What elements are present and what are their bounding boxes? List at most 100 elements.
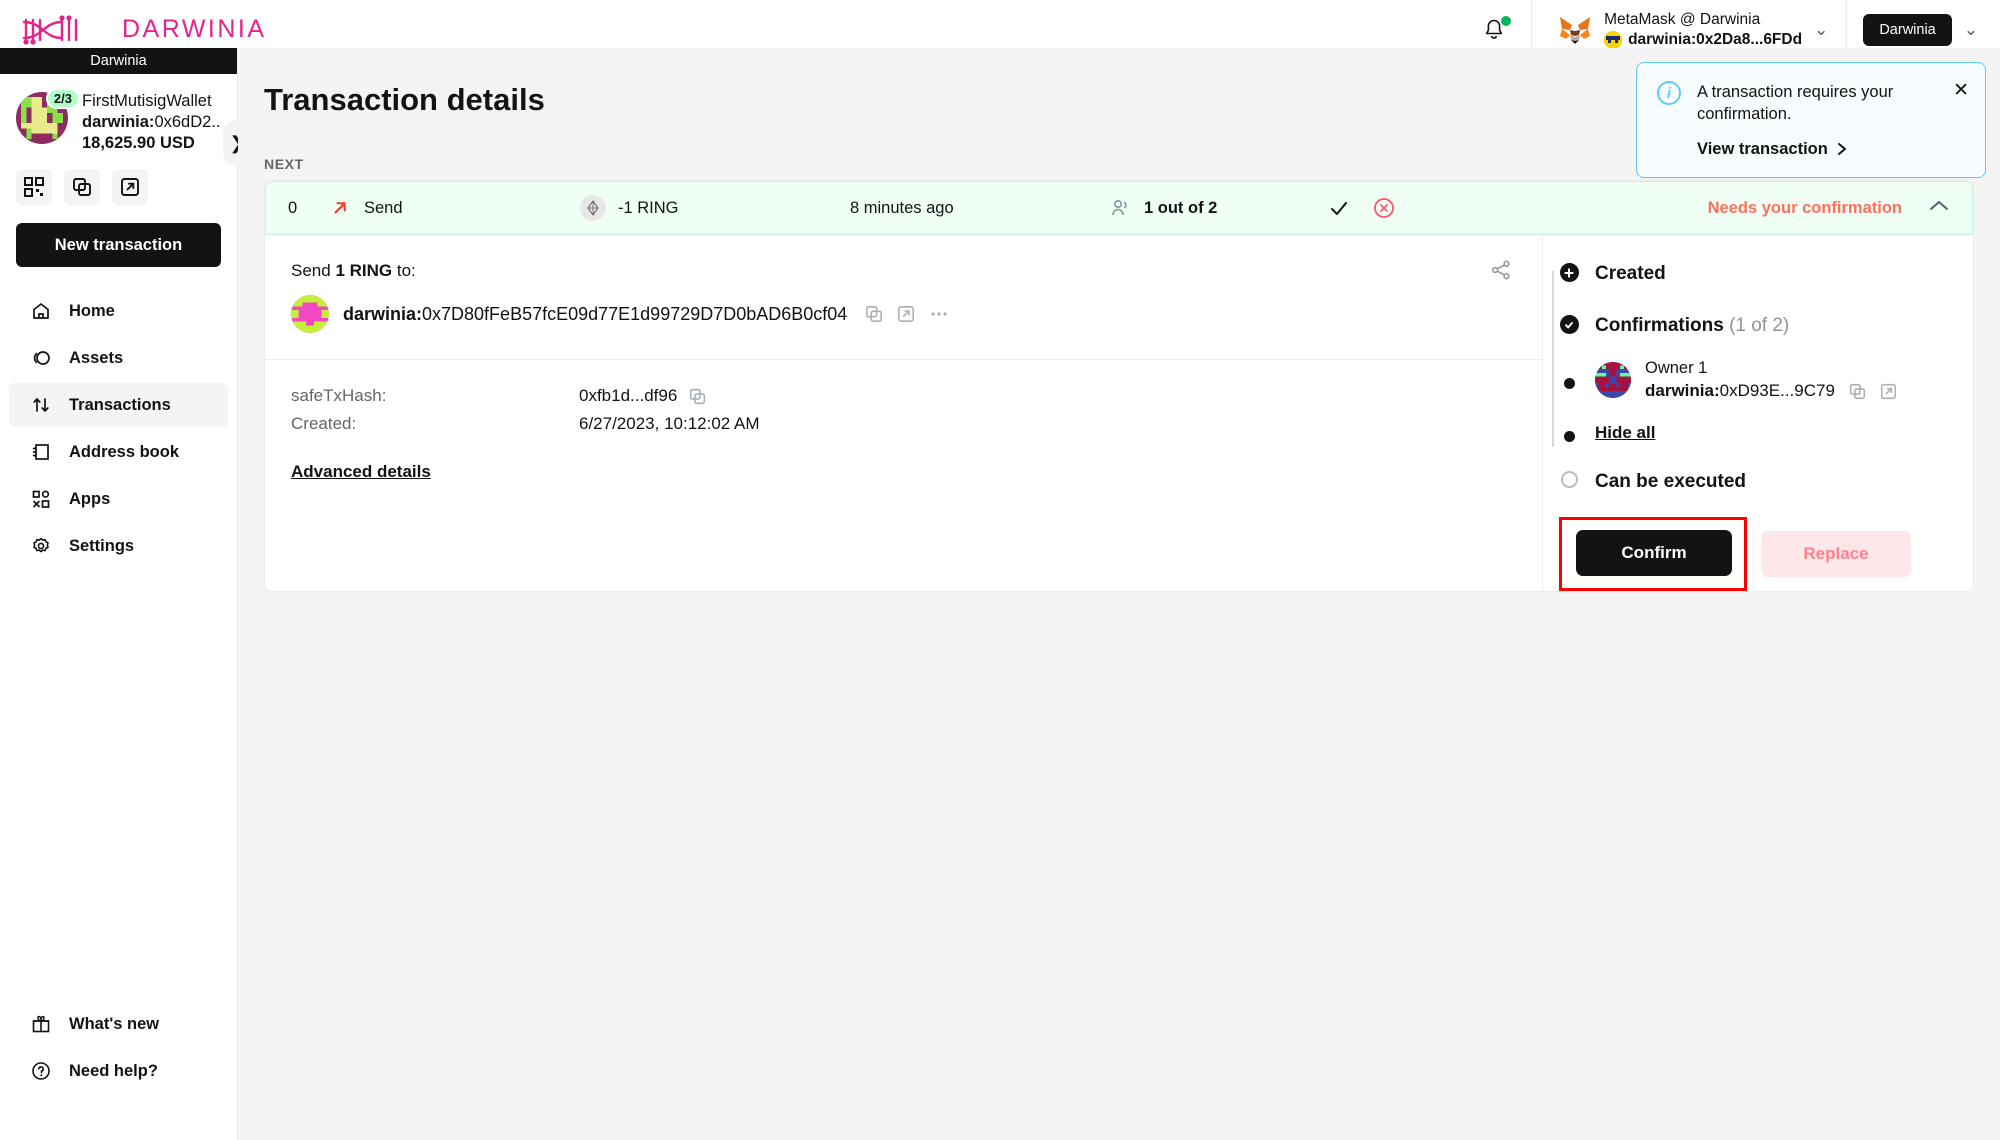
brand-name: DARWINIA [122,15,267,43]
owner-name: Owner 1 [1645,359,1708,377]
sidebar-item-settings[interactable]: Settings [9,524,228,568]
send-suffix: to: [392,261,416,280]
sidebar-item-label: Settings [69,536,135,555]
recipient-row: darwinia:0x7D80fFeB57fcE09d77E1d99729D7D… [291,295,1514,333]
sidebar-item-label: Home [69,301,115,320]
open-explorer-button[interactable] [112,169,148,205]
sidebar-item-apps[interactable]: Apps [9,477,228,521]
qr-code-icon [24,177,44,197]
copy-icon[interactable] [865,305,883,323]
sidebar-item-assets[interactable]: Assets [9,336,228,380]
transaction-body: Send 1 RING to: darwinia:0x7D80fFeB57fcE… [265,235,1973,591]
hide-all-toggle[interactable]: Hide all [1595,423,1655,443]
external-link-icon [121,178,139,196]
sidebar-item-label: Apps [69,489,111,508]
copy-icon[interactable] [1849,383,1866,400]
safe-address-value: 0x6dD2...db5 [154,113,221,131]
sidebar-item-label: Need help? [69,1061,158,1080]
advanced-details-toggle[interactable]: Advanced details [291,462,431,482]
owner-info: Owner 1 darwinia:0xD93E...9C79 [1645,359,1897,401]
transaction-nonce: 0 [288,198,298,217]
sidebar-item-label: Transactions [69,395,171,414]
timeline-dot-col [1559,471,1579,488]
more-icon[interactable] [929,305,949,323]
view-transaction-link[interactable]: View transaction [1697,140,1942,159]
brand-logo-group[interactable]: DARWINIA [0,14,267,46]
transaction-type-label: Send [364,198,403,217]
owner-address-row: darwinia:0xD93E...9C79 [1645,381,1897,401]
send-amount: 1 RING [335,261,393,280]
help-icon [31,1061,51,1081]
circle-x-icon[interactable] [1372,196,1396,220]
transaction-action-buttons: Confirm Replace [1559,517,1973,591]
transaction-timeline: Created Confirmations (1 of 2) Owner 1 d… [1543,235,1973,591]
copy-icon [73,178,91,196]
sidebar: Darwinia 2/3 FirstMutisigWallet darwinia… [0,48,251,1140]
collapse-chevron-icon[interactable] [1928,199,1950,218]
timeline-dot [1563,431,1575,442]
safe-info: FirstMutisigWallet darwinia:0x6dD2...db5… [82,92,221,153]
notification-dot [1501,15,1512,26]
sidebar-item-need-help[interactable]: Need help? [9,1049,229,1093]
safe-row: 2/3 FirstMutisigWallet darwinia:0x6dD2..… [16,88,221,153]
wallet-provider: MetaMask @ Darwinia [1604,10,1761,28]
sidebar-item-home[interactable]: Home [9,289,228,333]
sidebar-item-transactions[interactable]: Transactions [9,383,228,427]
recipient-identicon [291,295,329,333]
replace-button[interactable]: Replace [1761,531,1911,577]
apps-icon [31,489,51,509]
transaction-amount: -1 RING [580,195,850,221]
notifications-button[interactable] [1457,15,1531,42]
network-selector[interactable]: Darwinia ⌄ [1847,13,2000,46]
settings-icon [31,536,51,556]
metamask-fox-icon [1560,16,1591,44]
network-pill[interactable]: Darwinia [1863,13,1952,46]
send-summary: Send 1 RING to: darwinia:0x7D80fFeB57fcE… [265,235,1542,360]
timeline-connector [1552,271,1554,447]
transaction-left-pane: Send 1 RING to: darwinia:0x7D80fFeB57fcE… [265,235,1543,591]
transaction-confirmations-label: 1 out of 2 [1144,198,1218,217]
timeline-created-label: Created [1595,263,1666,284]
safe-identicon-wrap: 2/3 [16,88,80,144]
external-link-icon[interactable] [1880,383,1897,400]
address-book-icon [31,442,51,462]
safe-threshold-badge: 2/3 [45,88,80,109]
wallet-info: MetaMask @ Darwinia darwinia:0x2Da8...6F… [1604,11,1802,49]
ring-token-icon [580,195,606,221]
sidebar-item-address-book[interactable]: Address book [9,430,228,474]
check-icon[interactable] [1328,197,1350,219]
sidebar-item-whats-new[interactable]: What's new [9,1002,229,1046]
darwinia-logo-icon [22,14,78,45]
safe-name: FirstMutisigWallet [82,92,212,110]
safe-address: darwinia:0x6dD2...db5 [82,113,221,132]
timeline-can-be-executed: Can be executed [1559,471,1973,493]
new-transaction-button[interactable]: New transaction [16,223,221,267]
wallet-address: darwinia:0x2Da8...6FDd [1628,30,1803,48]
sidebar-item-label: Address book [69,442,180,461]
share-icon[interactable] [1490,259,1512,286]
send-prefix: Send [291,261,336,280]
transaction-header-row[interactable]: 0 Send -1 RING 8 minutes ago 1 out of 2 … [265,181,1973,235]
safe-address-prefix: darwinia: [82,113,155,131]
owners-icon [1112,199,1127,216]
copy-icon[interactable] [689,388,706,405]
qr-code-button[interactable] [16,169,52,205]
timeline-confirmations-text: Confirmations [1595,315,1724,336]
confirm-highlight-box: Confirm [1559,517,1747,591]
confirm-button[interactable]: Confirm [1576,530,1732,576]
timeline-dot [1563,378,1575,389]
timeline-dot-col [1559,426,1579,442]
timeline-confirmations-count: (1 of 2) [1729,315,1790,336]
check-circle-icon [1559,315,1579,334]
close-icon[interactable]: ✕ [1953,79,1969,102]
chevron-down-icon[interactable]: ⌄ [1814,21,1828,38]
transactions-icon [31,395,51,415]
external-link-icon[interactable] [897,305,915,323]
timeline-dot-col [1559,315,1579,334]
meta-row: safeTxHash: 0xfb1d...df96 [291,386,1516,406]
timeline-owner: Owner 1 darwinia:0xD93E...9C79 [1559,359,1973,401]
chevron-down-icon[interactable]: ⌄ [1964,21,1978,38]
chain-banner: Darwinia [0,48,237,74]
copy-address-button[interactable] [64,169,100,205]
timeline-dot-col [1559,373,1579,389]
